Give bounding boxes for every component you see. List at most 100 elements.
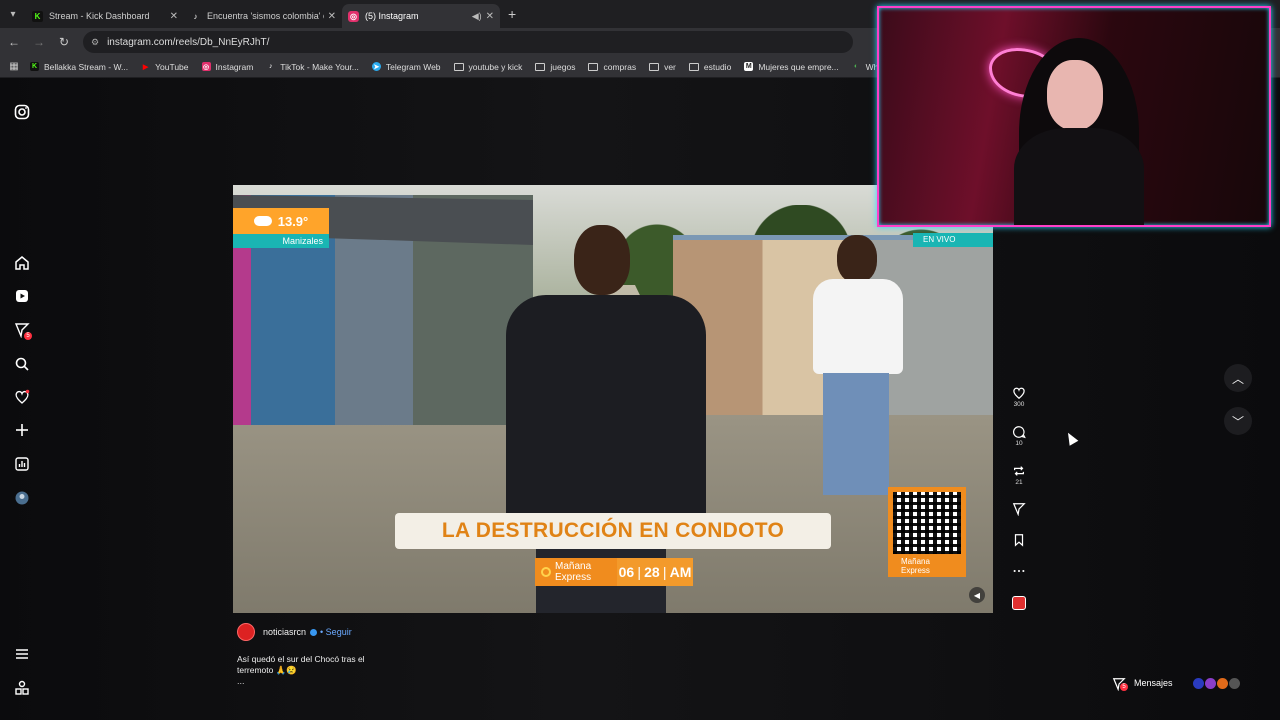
share-button[interactable]: [1008, 502, 1030, 516]
messages-badge: 5: [1120, 683, 1128, 691]
previous-reel-chevron-up-icon[interactable]: ︿: [1224, 364, 1252, 392]
video-headline: LA DESTRUCCIÓN EN CONDOTO: [395, 513, 831, 549]
manana-express-logo: Mañana Express: [535, 558, 617, 586]
bookmark-item[interactable]: ▶ YouTube: [141, 61, 189, 72]
notifications-icon[interactable]: [12, 387, 32, 407]
tab-label: (5) Instagram: [365, 11, 419, 21]
close-tab-icon[interactable]: ✕: [486, 11, 494, 22]
apps-icon[interactable]: [12, 678, 32, 698]
messages-button[interactable]: 5 Mensajes: [1100, 672, 1250, 694]
bookmark-icon: [1014, 534, 1024, 547]
clock-ampm: AM: [669, 564, 692, 580]
url-field[interactable]: ⚙ instagram.com/reels/Db_NnEyRJhT/: [83, 31, 853, 53]
instagram-icon: ◎: [201, 62, 211, 71]
likes-count: 300: [1013, 401, 1025, 408]
audio-avatar[interactable]: [1012, 596, 1026, 610]
reload-icon[interactable]: ↻: [53, 35, 75, 49]
bookmark-folder[interactable]: juegos: [535, 62, 575, 72]
repost-button[interactable]: 21: [1008, 464, 1030, 486]
folder-icon: [688, 62, 699, 71]
save-button[interactable]: [1008, 533, 1030, 547]
bookmark-folder[interactable]: ver: [649, 62, 676, 72]
folder-icon: [535, 62, 546, 71]
tab-search-icon[interactable]: ▾: [0, 0, 26, 28]
telegram-icon: ➤: [371, 62, 381, 71]
tab-kick-dashboard[interactable]: K Stream - Kick Dashboard ✕: [26, 4, 184, 28]
heart-icon: [1013, 387, 1025, 400]
broadcast-brand-bar: Mañana Express 06 | 28 | AM: [535, 558, 693, 586]
close-tab-icon[interactable]: ✕: [328, 11, 336, 22]
bookmark-folder[interactable]: compras: [588, 62, 636, 72]
instagram-logo-icon[interactable]: [12, 102, 32, 122]
messages-label: Mensajes: [1134, 678, 1173, 688]
qr-brand-line-1: Mañana: [901, 557, 930, 566]
bookmark-label: Mujeres que empre...: [758, 61, 839, 72]
forward-icon[interactable]: →: [28, 35, 50, 49]
brand-line-1: Mañana: [555, 561, 592, 572]
tab-tiktok-search[interactable]: ♪ Encuentra 'sismos colombia' en ✕: [184, 4, 342, 28]
bookmark-folder[interactable]: estudio: [688, 61, 732, 72]
create-icon[interactable]: [12, 420, 32, 440]
bookmark-label: estudio: [703, 61, 732, 72]
author-avatar[interactable]: [237, 623, 255, 641]
live-label: EN VIVO: [913, 233, 993, 247]
search-icon[interactable]: [12, 354, 32, 374]
messages-icon[interactable]: 5: [12, 320, 32, 340]
bookmark-item[interactable]: ◎ Instagram: [201, 62, 253, 72]
folder-icon: [649, 62, 660, 71]
sun-icon: [541, 567, 551, 577]
qr-code-card: Mañana Express: [888, 487, 966, 577]
dashboard-icon[interactable]: [12, 454, 32, 474]
qr-code-icon: [893, 492, 961, 554]
streamer-webcam-overlay: [877, 6, 1271, 227]
verified-badge-icon: [310, 628, 318, 636]
mute-icon[interactable]: ◀: [969, 587, 985, 603]
tab-instagram[interactable]: ◎ (5) Instagram ◀) ✕: [342, 4, 500, 28]
bookmark-label: YouTube: [155, 61, 189, 72]
tab-label: Encuentra 'sismos colombia' en: [207, 11, 324, 21]
bookmark-label: compras: [603, 61, 637, 72]
profile-avatar[interactable]: [12, 488, 32, 508]
comment-icon: [1013, 426, 1026, 439]
bookmark-label: TikTok - Make Your...: [280, 61, 359, 72]
clock-hour: 06: [618, 564, 635, 580]
broadcast-clock: 06 | 28 | AM: [617, 558, 693, 586]
bookmark-item[interactable]: K Bellakka Stream - W...: [30, 62, 128, 72]
like-button[interactable]: 300: [1008, 386, 1030, 408]
url-text: instagram.com/reels/Db_NnEyRJhT/: [107, 36, 270, 48]
more-options-button[interactable]: [1008, 564, 1030, 578]
speaker-icon[interactable]: ◀): [472, 11, 482, 22]
cloud-icon: [253, 216, 272, 226]
clock-minute: 28: [644, 564, 660, 580]
message-avatars: [1192, 677, 1241, 689]
author-name[interactable]: noticiasrcn: [263, 627, 306, 637]
close-tab-icon[interactable]: ✕: [170, 11, 178, 22]
bookmark-item[interactable]: M Mujeres que empre...: [744, 61, 839, 72]
bookmark-item[interactable]: ➤ Telegram Web: [371, 62, 441, 72]
site-info-icon[interactable]: ⚙: [91, 37, 99, 48]
back-icon[interactable]: ←: [3, 35, 25, 49]
reels-icon[interactable]: [12, 286, 32, 306]
home-icon[interactable]: [12, 253, 32, 273]
reel-video[interactable]: 13.9° Manizales EN VIVO LA DESTRUCCIÓN E…: [233, 185, 993, 613]
reposts-count: 21: [1015, 479, 1023, 486]
messages-badge: 5: [24, 332, 32, 340]
messages-icon: 5: [1112, 677, 1128, 692]
streamer-body: [1014, 128, 1144, 225]
bookmark-item[interactable]: ♪ TikTok - Make Your...: [266, 62, 359, 72]
apps-grid-icon[interactable]: ▦: [2, 61, 26, 72]
comment-button[interactable]: 10: [1008, 425, 1030, 447]
streamer-face: [1047, 60, 1103, 130]
caption-more-link[interactable]: ...: [237, 676, 245, 686]
video-reporter: [496, 225, 726, 613]
send-icon: [1012, 503, 1026, 516]
more-menu-icon[interactable]: [12, 644, 32, 664]
bookmark-label: juegos: [550, 61, 576, 72]
bookmark-label: youtube y kick: [468, 61, 523, 72]
new-tab-icon[interactable]: +: [508, 6, 516, 22]
m-site-icon: M: [744, 62, 754, 71]
more-dots-icon: [1013, 569, 1025, 573]
next-reel-chevron-down-icon[interactable]: ﹀: [1224, 407, 1252, 435]
bookmark-folder[interactable]: youtube y kick: [453, 61, 523, 72]
follow-button[interactable]: • Seguir: [320, 627, 352, 637]
